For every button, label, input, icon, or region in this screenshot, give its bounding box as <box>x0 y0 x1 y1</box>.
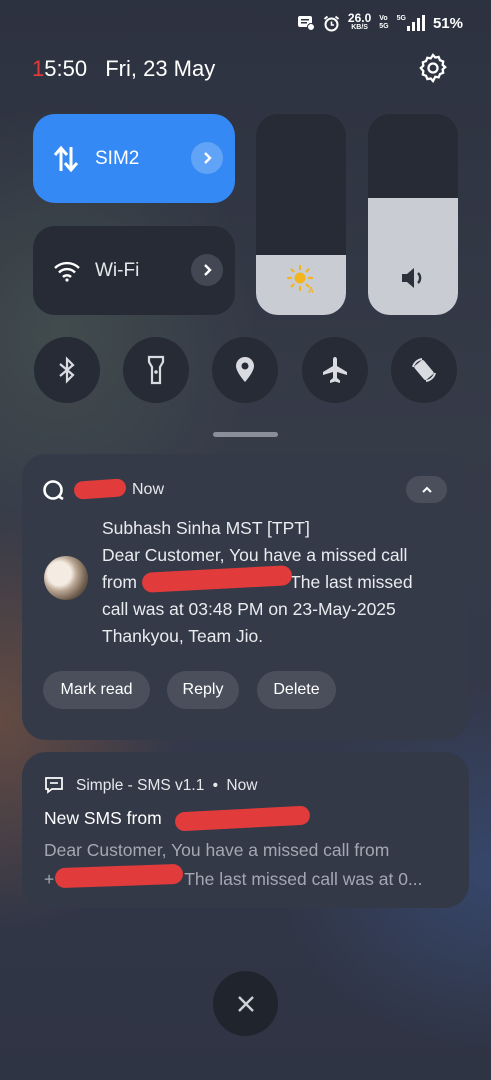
date: Fri, 23 May <box>105 56 216 81</box>
volume-icon <box>402 268 422 288</box>
wifi-tile[interactable]: Wi-Fi <box>33 226 235 315</box>
airplane-icon <box>323 357 347 383</box>
network-speed: 26.0 KB/S <box>347 11 372 31</box>
battery-level: 51% <box>432 14 463 32</box>
app-name: Simple - SMS v1.1 <box>76 777 205 794</box>
auto-rotate-toggle[interactable] <box>391 337 457 403</box>
collapse-button[interactable] <box>406 476 447 503</box>
data-transfer-icon <box>53 145 79 173</box>
alarm-icon <box>323 15 339 31</box>
time-first-digit: 1 <box>32 56 45 81</box>
drag-handle[interactable] <box>213 432 278 437</box>
settings-button[interactable] <box>416 51 450 85</box>
time: 5:50 <box>44 56 88 81</box>
mark-read-button[interactable]: Mark read <box>43 671 150 709</box>
message-line: Thankyou, Team Jio. <box>102 626 264 646</box>
close-icon <box>237 995 254 1012</box>
sim-details-button[interactable] <box>191 142 223 174</box>
reply-button[interactable]: Reply <box>167 671 239 709</box>
sender-avatar <box>44 556 88 600</box>
app-header: Simple - SMS v1.1 • Now <box>76 777 258 794</box>
wifi-label: Wi-Fi <box>95 260 140 281</box>
delete-button[interactable]: Delete <box>257 671 336 709</box>
wifi-details-button[interactable] <box>191 254 223 286</box>
redacted-app-name <box>73 478 127 500</box>
airplane-mode-toggle[interactable] <box>302 337 368 403</box>
flashlight-toggle[interactable] <box>123 337 189 403</box>
notification-card-jio[interactable]: Now Subhash Sinha MST [TPT] Dear Custome… <box>22 454 469 740</box>
location-icon <box>236 357 254 382</box>
clock-date: 15:50 Fri, 23 May <box>32 56 215 82</box>
chat-app-icon <box>45 777 63 794</box>
message-line: call was at 03:48 PM on 23-May-2025 <box>102 599 396 619</box>
volte-indicator: Vo 5G <box>379 15 389 30</box>
chevron-right-icon <box>204 264 212 276</box>
mobile-data-tile[interactable]: SIM2 <box>33 114 235 203</box>
signal-indicator: 5G <box>397 15 425 31</box>
sms-title: New SMS from <box>44 808 162 828</box>
notification-card-sms[interactable]: Simple - SMS v1.1 • Now New SMS from Dea… <box>22 752 469 908</box>
bluetooth-icon <box>59 356 75 384</box>
message-notification-icon <box>297 16 315 31</box>
notification-time: Now <box>226 777 258 794</box>
status-bar: 26.0 KB/S Vo 5G 5G 51% <box>297 11 463 32</box>
signal-bars-icon <box>406 15 425 31</box>
message-line: Dear Customer, You have a missed call <box>102 545 408 565</box>
bluetooth-toggle[interactable] <box>34 337 100 403</box>
volume-slider[interactable] <box>368 114 458 315</box>
svg-text:A: A <box>308 286 314 294</box>
messages-app-icon <box>43 480 64 501</box>
brightness-icon: A <box>286 264 314 294</box>
wifi-icon <box>54 261 80 282</box>
volume-level-fill <box>368 198 458 315</box>
sender-name: Subhash Sinha MST [TPT] <box>102 518 310 538</box>
auto-rotate-icon <box>412 358 436 382</box>
flashlight-icon <box>147 355 165 385</box>
brightness-slider[interactable]: A <box>256 114 346 315</box>
location-toggle[interactable] <box>212 337 278 403</box>
redacted-sender <box>174 805 311 832</box>
sim-label: SIM2 <box>95 148 140 169</box>
chevron-up-icon <box>421 486 432 493</box>
chevron-right-icon <box>204 152 212 164</box>
clear-all-button[interactable] <box>213 971 278 1036</box>
gear-icon <box>419 53 447 84</box>
notification-time: Now <box>132 481 165 498</box>
